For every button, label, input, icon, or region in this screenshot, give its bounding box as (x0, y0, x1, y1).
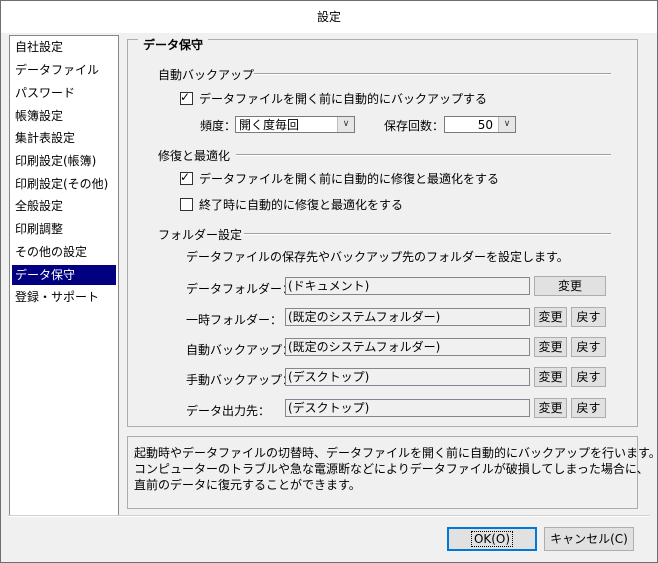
sidebar-item-other[interactable]: その他の設定 (12, 242, 116, 262)
data-folder-path: (ドキュメント) (285, 277, 530, 295)
auto-backup-checkbox-label: データファイルを開く前に自動的にバックアップする (199, 92, 488, 106)
panel-title: データ保守 (138, 36, 209, 53)
settings-dialog: 設定 自社設定 データファイル パスワード 帳簿設定 集計表設定 印刷設定(帳簿… (0, 0, 658, 563)
divider (244, 233, 611, 235)
sidebar-item-summary[interactable]: 集計表設定 (12, 128, 116, 148)
backup-count-value: 50 (477, 118, 493, 132)
sidebar-item-print-ledger[interactable]: 印刷設定(帳簿) (12, 151, 116, 171)
sidebar-item-datafile[interactable]: データファイル (12, 60, 116, 80)
manual-backup-folder-change-button[interactable]: 変更 (534, 367, 567, 387)
sidebar-item-general[interactable]: 全般設定 (12, 196, 116, 216)
manual-backup-folder-label: 手動バックアップ： (186, 373, 295, 387)
cancel-button[interactable]: キャンセル(C) (544, 527, 634, 551)
auto-backup-folder-label: 自動バックアップ： (186, 343, 295, 357)
backup-count-label: 保存回数： (384, 119, 445, 133)
auto-backup-checkbox[interactable]: ✓ データファイルを開く前に自動的にバックアップする (180, 90, 487, 107)
frequency-select[interactable]: 開く度毎回 ∨ (235, 116, 355, 133)
export-folder-reset-button[interactable]: 戻す (571, 398, 606, 418)
sidebar-item-print-other[interactable]: 印刷設定(その他) (12, 174, 116, 194)
ok-button-label: OK(O) (470, 531, 514, 547)
temp-folder-change-button[interactable]: 変更 (534, 307, 567, 327)
chevron-down-icon[interactable]: ∨ (498, 117, 515, 132)
manual-backup-folder-reset-button[interactable]: 戻す (571, 367, 606, 387)
sidebar-item-company[interactable]: 自社設定 (12, 37, 116, 57)
data-folder-label: データフォルダー： (186, 282, 295, 296)
checkbox-box[interactable]: ✓ (180, 90, 193, 105)
export-folder-path: (デスクトップ) (285, 399, 530, 417)
manual-backup-folder-path: (デスクトップ) (285, 368, 530, 386)
sidebar-item-maintenance[interactable]: データ保守 (12, 265, 116, 285)
help-line: 直前のデータに復元することができます。 (134, 478, 361, 492)
window-title: 設定 (1, 1, 657, 33)
data-maintenance-panel: データ保守 自動バックアップ ✓ データファイルを開く前に自動的にバックアップす… (127, 36, 638, 427)
check-mark-icon: ✓ (180, 170, 191, 184)
sidebar-item-password[interactable]: パスワード (12, 83, 116, 103)
repair-before-open-checkbox[interactable]: ✓ データファイルを開く前に自動的に修復と最適化をする (180, 170, 499, 187)
checkbox-box[interactable]: ✓ (180, 170, 193, 185)
chevron-down-icon[interactable]: ∨ (337, 117, 354, 132)
checkbox-box[interactable] (180, 198, 193, 211)
export-folder-label: データ出力先： (186, 404, 271, 418)
repair-on-exit-label: 終了時に自動的に修復と最適化をする (199, 198, 404, 212)
data-folder-change-button[interactable]: 変更 (534, 276, 606, 296)
repair-before-open-label: データファイルを開く前に自動的に修復と最適化をする (199, 172, 500, 186)
divider (254, 73, 611, 75)
temp-folder-label: 一時フォルダー： (186, 313, 283, 327)
footer-divider (8, 515, 650, 517)
auto-backup-folder-change-button[interactable]: 変更 (534, 337, 567, 357)
dialog-client: 自社設定 データファイル パスワード 帳簿設定 集計表設定 印刷設定(帳簿) 印… (8, 33, 658, 555)
ok-button[interactable]: OK(O) (447, 527, 537, 551)
folder-settings-heading: フォルダー設定 (158, 228, 243, 242)
sidebar-item-ledger[interactable]: 帳簿設定 (12, 106, 116, 126)
frequency-value: 開く度毎回 (239, 118, 300, 132)
auto-backup-heading: 自動バックアップ (158, 68, 255, 82)
check-mark-icon: ✓ (180, 90, 191, 104)
help-line: 起動時やデータファイルの切替時、データファイルを開く前に自動的にバックアップを行… (134, 446, 658, 460)
temp-folder-path: (既定のシステムフォルダー) (285, 308, 530, 326)
export-folder-change-button[interactable]: 変更 (534, 398, 567, 418)
repair-on-exit-checkbox[interactable]: 終了時に自動的に修復と最適化をする (180, 196, 403, 213)
settings-category-list[interactable]: 自社設定 データファイル パスワード 帳簿設定 集計表設定 印刷設定(帳簿) 印… (9, 35, 119, 516)
divider (236, 154, 611, 156)
backup-count-select[interactable]: 50 ∨ (444, 116, 516, 133)
repair-heading: 修復と最適化 (158, 149, 231, 163)
help-line: コンピューターのトラブルや急な電源断などによりデータファイルが破損してしまった場… (134, 462, 649, 476)
auto-backup-folder-path: (既定のシステムフォルダー) (285, 338, 530, 356)
frequency-label: 頻度： (200, 119, 237, 133)
sidebar-item-print-adjust[interactable]: 印刷調整 (12, 219, 116, 239)
help-description: 起動時やデータファイルの切替時、データファイルを開く前に自動的にバックアップを行… (127, 436, 658, 509)
temp-folder-reset-button[interactable]: 戻す (571, 307, 606, 327)
auto-backup-folder-reset-button[interactable]: 戻す (571, 337, 606, 357)
folder-settings-description: データファイルの保存先やバックアップ先のフォルダーを設定します。 (186, 250, 569, 264)
sidebar-item-support[interactable]: 登録・サポート (12, 287, 116, 307)
